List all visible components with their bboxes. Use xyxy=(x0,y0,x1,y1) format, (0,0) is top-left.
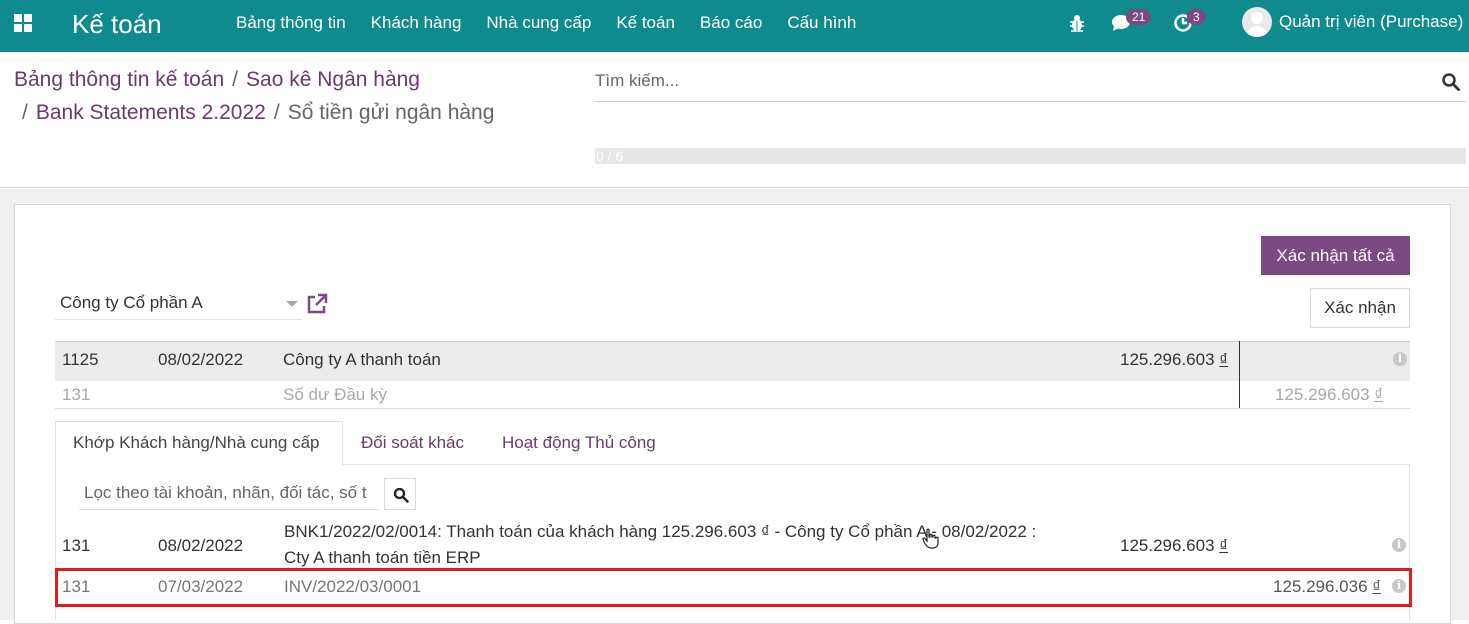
reconciliation-progress-bar: 0 / 6 xyxy=(595,148,1466,164)
breadcrumb: Bảng thông tin kế toán / Sao kê Ngân hàng xyxy=(14,68,420,92)
progress-text: 0 / 6 xyxy=(596,148,624,164)
avatar xyxy=(1242,7,1272,37)
move-line-label-line2[interactable]: Cty A thanh toán tiền ERP xyxy=(284,548,481,568)
search-icon xyxy=(393,487,409,503)
hand-pointer-cursor-icon xyxy=(922,528,939,549)
menu-item-accounting[interactable]: Kế toán xyxy=(616,13,675,33)
partner-value: Công ty Cổ phần A xyxy=(60,293,203,312)
app-title[interactable]: Kế toán xyxy=(72,9,162,40)
user-name: Quản trị viên (Purchase) xyxy=(1279,12,1464,31)
user-menu[interactable]: Quản trị viên (Purchase) xyxy=(1242,7,1463,37)
breadcrumb-separator: / xyxy=(273,101,280,124)
open-balance-label: Số dư Đầu kỳ xyxy=(283,385,387,404)
menu-item-customers[interactable]: Khách hàng xyxy=(371,13,462,33)
statement-line-account: 1125 xyxy=(62,350,99,369)
statement-line-amount-value: 125.296.603 xyxy=(1120,350,1215,369)
filter-search-button[interactable] xyxy=(384,478,416,510)
external-link-icon[interactable] xyxy=(305,292,329,316)
tab-miscellaneous-matching[interactable]: Đối soát khác xyxy=(361,433,464,453)
menu-item-dashboard[interactable]: Bảng thông tin xyxy=(236,13,346,33)
menu-item-vendors[interactable]: Nhà cung cấp xyxy=(486,13,591,33)
tab-customer-vendor-matching[interactable]: Khớp Khách hàng/Nhà cung cấp xyxy=(73,433,320,453)
open-balance-account: 131 xyxy=(62,385,91,404)
currency-symbol: ₫ xyxy=(1374,385,1384,404)
tab-manual-operations[interactable]: Hoạt động Thủ công xyxy=(502,433,656,453)
move-line-debit-value: 125.296.603 xyxy=(1120,536,1215,555)
filter-input[interactable] xyxy=(84,483,374,503)
search-bar xyxy=(595,65,1466,102)
move-line-account: 131 xyxy=(62,536,91,555)
top-navbar: Kế toán Bảng thông tin Khách hàng Nhà cu… xyxy=(0,0,1469,52)
info-icon[interactable]: i xyxy=(1393,352,1407,366)
breadcrumb-separator: / xyxy=(22,101,28,124)
menu-item-reporting[interactable]: Báo cáo xyxy=(700,13,762,33)
breadcrumb-bank-statements[interactable]: Sao kê Ngân hàng xyxy=(246,68,420,91)
debug-bug-icon[interactable] xyxy=(1069,14,1085,32)
info-icon[interactable]: i xyxy=(1392,538,1406,552)
open-balance-row xyxy=(55,381,1410,409)
breadcrumb-current: Sổ tiền gửi ngân hàng xyxy=(287,101,495,124)
open-balance-amount: 125.296.603 ₫ xyxy=(1275,385,1383,405)
validate-all-button[interactable]: Xác nhận tất cả xyxy=(1261,236,1410,275)
chevron-down-icon[interactable] xyxy=(286,301,298,307)
messages-count-badge: 21 xyxy=(1126,9,1152,25)
validate-button[interactable]: Xác nhận xyxy=(1310,288,1410,328)
activities-count-badge: 3 xyxy=(1187,9,1206,25)
search-icon[interactable] xyxy=(1442,73,1460,91)
search-input[interactable] xyxy=(595,71,1415,91)
main-menu: Bảng thông tin Khách hàng Nhà cung cấp K… xyxy=(236,13,881,33)
open-balance-amount-value: 125.296.603 xyxy=(1275,385,1370,404)
breadcrumb-statement[interactable]: Bank Statements 2.2022 xyxy=(36,101,266,124)
highlight-box xyxy=(55,568,1412,607)
menu-item-configuration[interactable]: Cấu hình xyxy=(787,13,856,33)
apps-menu-icon[interactable] xyxy=(14,14,32,32)
statement-line-label: Công ty A thanh toán xyxy=(283,350,441,369)
statement-line-amount: 125.296.603 ₫ xyxy=(1120,350,1228,370)
debit-credit-divider xyxy=(1239,341,1240,408)
breadcrumb-line-2: / Bank Statements 2.2022 / Sổ tiền gửi ngân… xyxy=(22,101,494,125)
currency-symbol: ₫ xyxy=(1219,350,1229,369)
partner-field[interactable]: Công ty Cổ phần A xyxy=(55,287,302,320)
move-line-debit: 125.296.603 ₫ xyxy=(1120,536,1228,556)
statement-line-date: 08/02/2022 xyxy=(158,350,244,369)
breadcrumb-separator: / xyxy=(232,68,239,91)
breadcrumb-accounting-dashboard[interactable]: Bảng thông tin kế toán xyxy=(14,68,224,91)
move-line-date: 08/02/2022 xyxy=(158,536,244,555)
filter-field xyxy=(79,478,379,510)
control-panel: Bảng thông tin kế toán / Sao kê Ngân hàng … xyxy=(0,52,1469,188)
currency-symbol: ₫ xyxy=(1219,536,1229,555)
